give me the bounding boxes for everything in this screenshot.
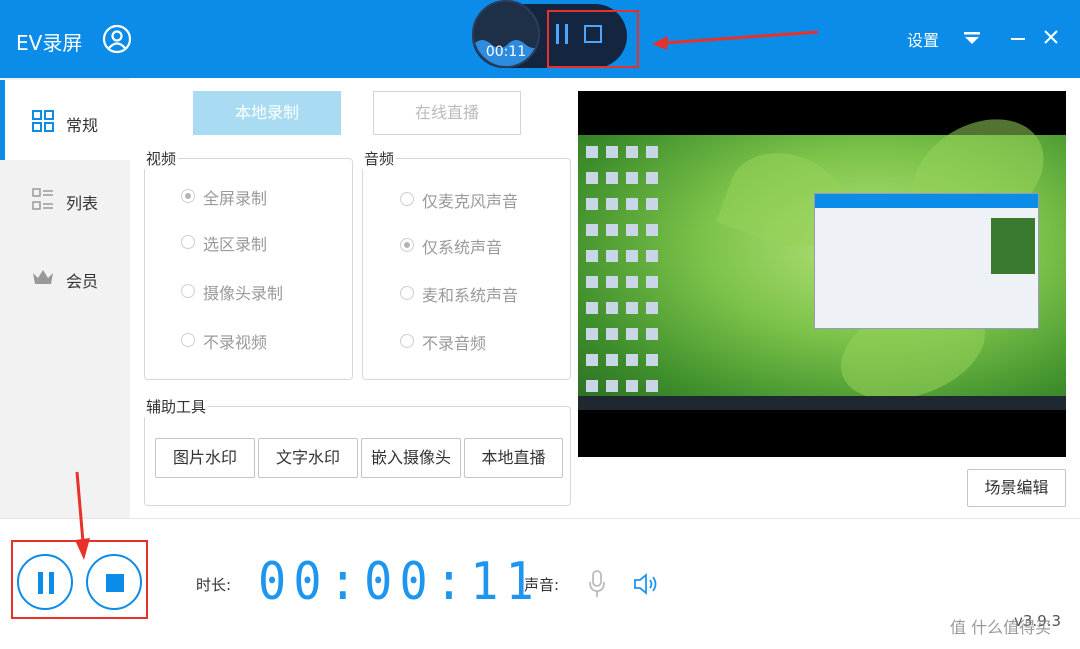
embed-camera-button[interactable]: 嵌入摄像头 xyxy=(361,438,461,478)
crown-icon xyxy=(33,270,53,284)
sidebar-item-label: 常规 xyxy=(66,116,99,135)
settings-button[interactable]: 设置 xyxy=(907,27,939,51)
user-icon[interactable] xyxy=(102,24,132,54)
radio-icon xyxy=(181,333,195,347)
image-watermark-button[interactable]: 图片水印 xyxy=(155,438,255,478)
widget-timer: 00:11 xyxy=(485,44,527,60)
dropdown-menu-icon[interactable] xyxy=(963,30,981,46)
local-live-button[interactable]: 本地直播 xyxy=(464,438,563,478)
video-group-title: 视频 xyxy=(144,148,179,169)
radio-icon xyxy=(400,192,414,206)
online-live-tab[interactable]: 在线直播 xyxy=(373,91,521,135)
scene-edit-button[interactable]: 场景编辑 xyxy=(967,469,1066,507)
annotation-arrow xyxy=(652,30,819,50)
radio-label: 仅麦克风声音 xyxy=(422,192,519,211)
radio-label: 不录视频 xyxy=(203,333,268,352)
audio-group-title: 音频 xyxy=(362,148,397,169)
radio-label: 全屏录制 xyxy=(203,189,268,208)
taskbar-thumbnail xyxy=(578,396,1066,410)
app-title: EV录屏 xyxy=(16,31,83,55)
sidebar-item-list[interactable]: 列表 xyxy=(0,158,130,238)
nested-app-window xyxy=(814,193,1039,329)
sidebar-item-member[interactable]: 会员 xyxy=(0,236,130,316)
grid-icon xyxy=(32,110,54,132)
sidebar-item-general[interactable]: 常规 xyxy=(0,80,130,160)
radio-label: 摄像头录制 xyxy=(203,284,284,303)
desktop-icons xyxy=(582,141,666,392)
radio-checked-icon xyxy=(181,189,195,203)
microphone-icon[interactable] xyxy=(588,570,606,598)
tools-group-title: 辅助工具 xyxy=(144,396,209,417)
radio-checked-icon xyxy=(400,238,414,252)
radio-icon xyxy=(400,334,414,348)
close-icon[interactable] xyxy=(1042,28,1060,46)
highlight-box xyxy=(547,10,639,68)
annotation-arrow xyxy=(75,471,90,560)
text-watermark-button[interactable]: 文字水印 xyxy=(258,438,358,478)
radio-label: 麦和系统声音 xyxy=(422,286,519,305)
local-record-tab[interactable]: 本地录制 xyxy=(193,91,341,135)
sidebar-item-label: 列表 xyxy=(66,194,99,213)
desktop-thumbnail xyxy=(578,96,1066,418)
radio-icon xyxy=(181,235,195,249)
radio-label: 选区录制 xyxy=(203,235,268,254)
duration-label: 时长: xyxy=(196,576,232,594)
radio-label: 仅系统声音 xyxy=(422,238,503,257)
screen-preview xyxy=(578,91,1066,457)
radio-icon xyxy=(400,286,414,300)
radio-label: 不录音频 xyxy=(422,334,487,353)
recording-timer: 00:00:11 xyxy=(258,552,542,612)
radio-icon xyxy=(181,284,195,298)
speaker-icon[interactable] xyxy=(633,572,659,596)
sidebar-item-label: 会员 xyxy=(66,272,99,291)
divider xyxy=(0,518,1080,519)
site-watermark: 值 什么值得买 xyxy=(950,618,1052,637)
sidebar: 常规 列表 会员 xyxy=(0,78,130,518)
minimize-icon[interactable] xyxy=(1011,38,1025,40)
sound-label: 声音: xyxy=(524,576,560,594)
list-icon xyxy=(32,188,53,210)
